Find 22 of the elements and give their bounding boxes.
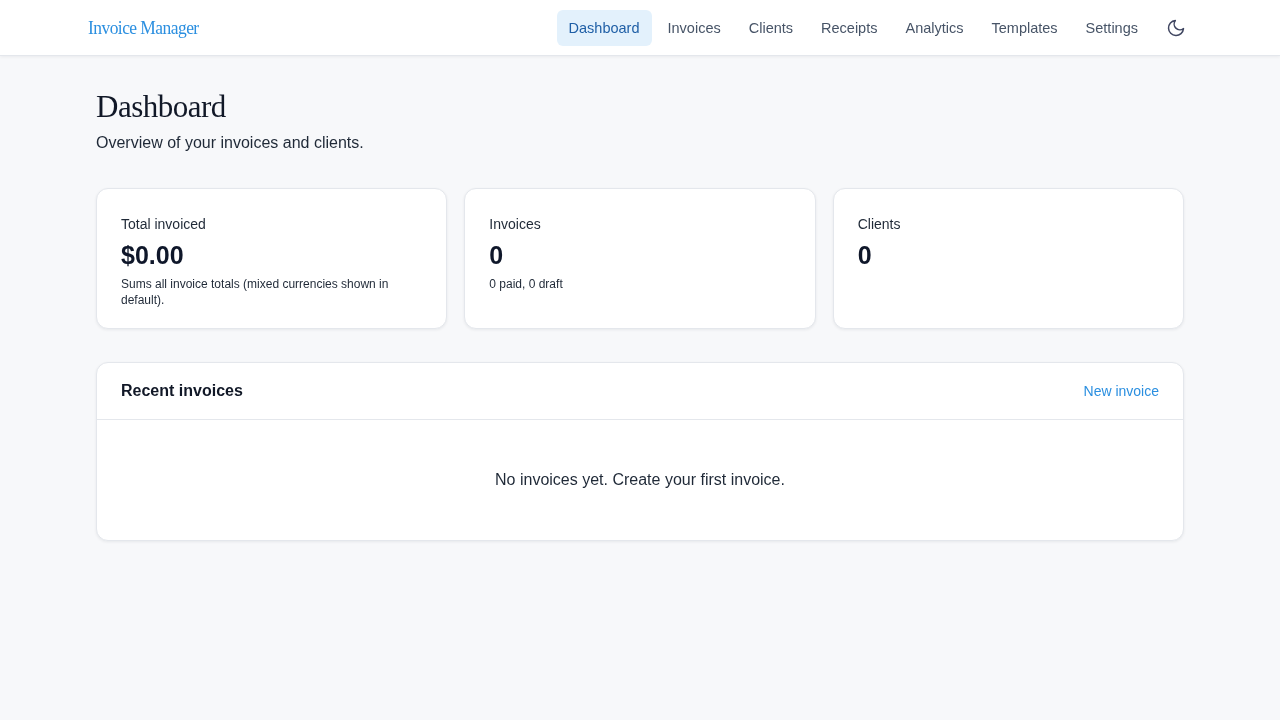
nav-link[interactable]: Dashboard	[556, 9, 652, 46]
nav-link[interactable]: Analytics	[893, 9, 976, 46]
stat-note: Sums all invoice totals (mixed currencies shown in default).	[121, 276, 390, 308]
stat-label: Total invoiced	[121, 215, 206, 233]
nav-link[interactable]: Clients	[736, 9, 806, 46]
stat-note: 0 paid, 0 draft	[489, 276, 564, 292]
panel-title: Recent invoices	[121, 382, 243, 400]
stat-value: 0	[489, 240, 504, 270]
page-subtitle: Overview of your invoices and clients.	[96, 133, 364, 153]
nav-link[interactable]: Receipts	[809, 9, 890, 46]
app-logo[interactable]: Invoice Manager	[88, 16, 199, 39]
stat-value: $0.00	[121, 240, 184, 270]
stat-label: Invoices	[489, 215, 541, 233]
moon-icon	[1166, 17, 1186, 38]
nav-link[interactable]: Invoices	[655, 9, 733, 46]
empty-message: No invoices yet. Create your first invoice.	[495, 471, 785, 489]
nav-link[interactable]: Settings	[1073, 9, 1150, 46]
nav-link[interactable]: Templates	[979, 9, 1070, 46]
stat-value: 0	[857, 240, 872, 270]
stat-label: Clients	[857, 215, 901, 233]
new-invoice-link[interactable]: New invoice	[1083, 383, 1159, 399]
page-title: Dashboard	[96, 88, 226, 126]
